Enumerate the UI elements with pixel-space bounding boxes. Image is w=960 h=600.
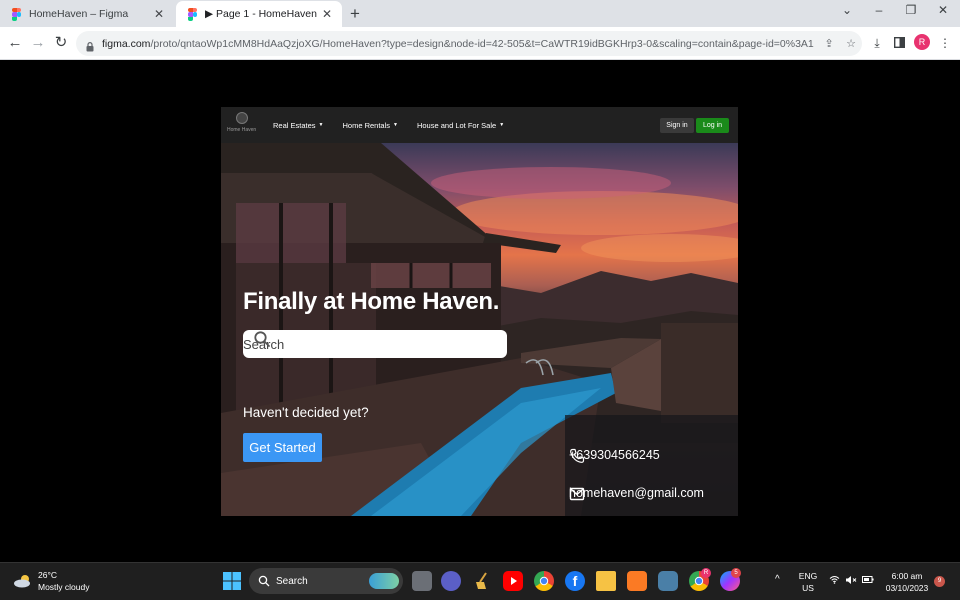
address-bar[interactable]: figma.com/proto/qntaoWp1cMM8HdAaQzjoXG/H… bbox=[76, 31, 862, 56]
share-icon[interactable]: ⇪ bbox=[818, 37, 840, 50]
undecided-text: Haven't decided yet? bbox=[243, 405, 369, 420]
tab-homehaven-figma[interactable]: HomeHaven – Figma ✕ bbox=[0, 1, 174, 27]
nav-home-rentals[interactable]: Home Rentals ▼ bbox=[342, 121, 397, 130]
forward-arrow-icon[interactable]: → bbox=[28, 33, 48, 53]
caret-down-icon: ▼ bbox=[499, 122, 505, 128]
cloudy-weather-icon bbox=[12, 574, 34, 588]
windows-start-icon[interactable] bbox=[222, 571, 242, 591]
show-hidden-icons-chevron-icon[interactable]: ^ bbox=[775, 574, 780, 586]
phone-icon bbox=[570, 448, 585, 463]
tab-search-dropdown-icon[interactable]: ⌄ bbox=[832, 3, 862, 17]
side-panel-icon[interactable] bbox=[889, 33, 909, 53]
weather-widget[interactable]: 26°C Mostly cloudy bbox=[12, 569, 90, 593]
postgres-elephant-icon[interactable] bbox=[658, 571, 678, 591]
download-icon[interactable]: ⤓ bbox=[867, 33, 887, 53]
clock-time: 6:00 am bbox=[891, 571, 923, 581]
browser-tab-strip: HomeHaven – Figma ✕ ▶ Page 1 - HomeHaven… bbox=[0, 0, 960, 27]
reload-icon[interactable]: ↻ bbox=[51, 33, 71, 53]
home-haven-logo[interactable]: Home Haven bbox=[221, 107, 261, 143]
figma-icon bbox=[188, 7, 197, 21]
chrome-icon[interactable] bbox=[534, 571, 554, 591]
signin-button[interactable]: Sign in bbox=[660, 118, 694, 133]
get-started-button[interactable]: Get Started bbox=[243, 433, 322, 462]
url-text: figma.com/proto/qntaoWp1cMM8HdAaQzjoXG/H… bbox=[102, 37, 814, 50]
restore-window-button[interactable]: ❐ bbox=[896, 3, 926, 17]
logo-text: Home Haven bbox=[227, 127, 257, 133]
clock[interactable]: 6:00 am 03/10/2023 bbox=[882, 570, 932, 594]
battery-icon[interactable] bbox=[862, 575, 874, 587]
search-icon bbox=[258, 575, 270, 587]
menu-kebab-icon[interactable]: ⋮ bbox=[935, 33, 955, 53]
figma-icon bbox=[12, 7, 21, 21]
back-arrow-icon[interactable]: ← bbox=[5, 33, 25, 53]
clock-date: 03/10/2023 bbox=[885, 583, 929, 593]
hero-section: Finally at Home Haven. Search Haven't de… bbox=[221, 143, 738, 516]
messenger-badge: 5 bbox=[731, 568, 741, 578]
xampp-icon[interactable] bbox=[627, 571, 647, 591]
chrome-profile-badge: R bbox=[701, 568, 711, 578]
hero-search-input[interactable]: Search bbox=[243, 330, 507, 358]
windows-taskbar: 26°C Mostly cloudy Search f R 5 ^ ENG US bbox=[0, 562, 960, 600]
file-explorer-icon[interactable] bbox=[596, 571, 616, 591]
youtube-icon[interactable] bbox=[503, 571, 523, 591]
task-view-icon[interactable] bbox=[412, 571, 432, 591]
contact-panel: +639304566245 homehaven@gmail.com bbox=[565, 415, 738, 516]
mail-icon bbox=[569, 487, 585, 501]
nav-real-estates[interactable]: Real Estates ▼ bbox=[273, 121, 323, 130]
broom-cleaner-icon[interactable] bbox=[472, 571, 492, 591]
taskbar-search[interactable]: Search bbox=[249, 568, 403, 594]
language-indicator[interactable]: ENG US bbox=[797, 570, 819, 594]
taskbar-search-label: Search bbox=[276, 575, 308, 587]
caret-down-icon: ▼ bbox=[318, 122, 324, 128]
page-viewport: Home Haven Real Estates ▼ Home Rentals ▼ H… bbox=[0, 60, 960, 562]
site-navbar: Home Haven Real Estates ▼ Home Rentals ▼ H… bbox=[221, 107, 738, 143]
nav-house-and-lot[interactable]: House and Lot For Sale ▼ bbox=[417, 121, 504, 130]
profile-avatar[interactable]: R bbox=[914, 34, 930, 50]
browser-toolbar: ← → ↻ figma.com/proto/qntaoWp1cMM8HdAaQz… bbox=[0, 27, 960, 60]
weather-description: Mostly cloudy bbox=[38, 582, 90, 592]
search-highlight-icon bbox=[369, 573, 399, 589]
facebook-icon[interactable]: f bbox=[565, 571, 585, 591]
contact-email: homehaven@gmail.com bbox=[569, 486, 704, 501]
email-address: homehaven@gmail.com bbox=[569, 486, 704, 500]
logo-mark-icon bbox=[236, 112, 248, 124]
tab-title: ▶ Page 1 - HomeHaven bbox=[205, 8, 317, 20]
lock-icon bbox=[86, 39, 94, 52]
teams-chat-icon[interactable] bbox=[441, 571, 461, 591]
prototype-frame: Home Haven Real Estates ▼ Home Rentals ▼ H… bbox=[221, 107, 738, 516]
caret-down-icon: ▼ bbox=[393, 122, 398, 128]
tab-title: HomeHaven – Figma bbox=[29, 8, 129, 20]
close-window-button[interactable]: ✕ bbox=[928, 3, 958, 17]
notification-count-badge[interactable]: 9 bbox=[934, 576, 945, 587]
bookmark-star-icon[interactable]: ☆ bbox=[840, 37, 862, 50]
new-tab-button[interactable]: + bbox=[350, 4, 360, 24]
hero-heading: Finally at Home Haven. bbox=[243, 288, 500, 315]
login-button[interactable]: Log in bbox=[696, 118, 729, 133]
speaker-muted-icon[interactable] bbox=[845, 575, 857, 588]
wifi-icon[interactable] bbox=[829, 575, 840, 587]
search-icon bbox=[254, 331, 270, 347]
tab-page1-homehaven[interactable]: ▶ Page 1 - HomeHaven ✕ bbox=[176, 1, 342, 27]
contact-phone: +639304566245 bbox=[569, 448, 660, 463]
close-tab-icon[interactable]: ✕ bbox=[318, 7, 336, 21]
close-tab-icon[interactable]: ✕ bbox=[150, 7, 168, 21]
minimize-window-button[interactable]: – bbox=[864, 3, 894, 17]
weather-temperature: 26°C bbox=[38, 570, 57, 580]
